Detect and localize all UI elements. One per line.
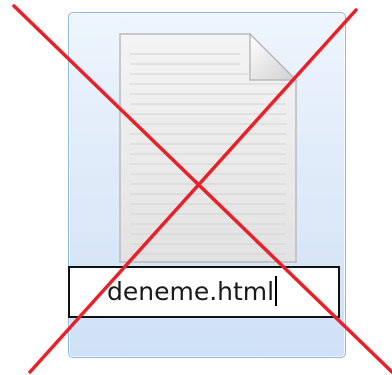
filename-rename-input[interactable]: deneme.html (68, 266, 340, 318)
blank-document-icon[interactable] (116, 30, 300, 266)
filename-text: deneme.html (107, 277, 275, 306)
explorer-view: deneme.html (0, 0, 392, 375)
text-caret (275, 276, 278, 306)
